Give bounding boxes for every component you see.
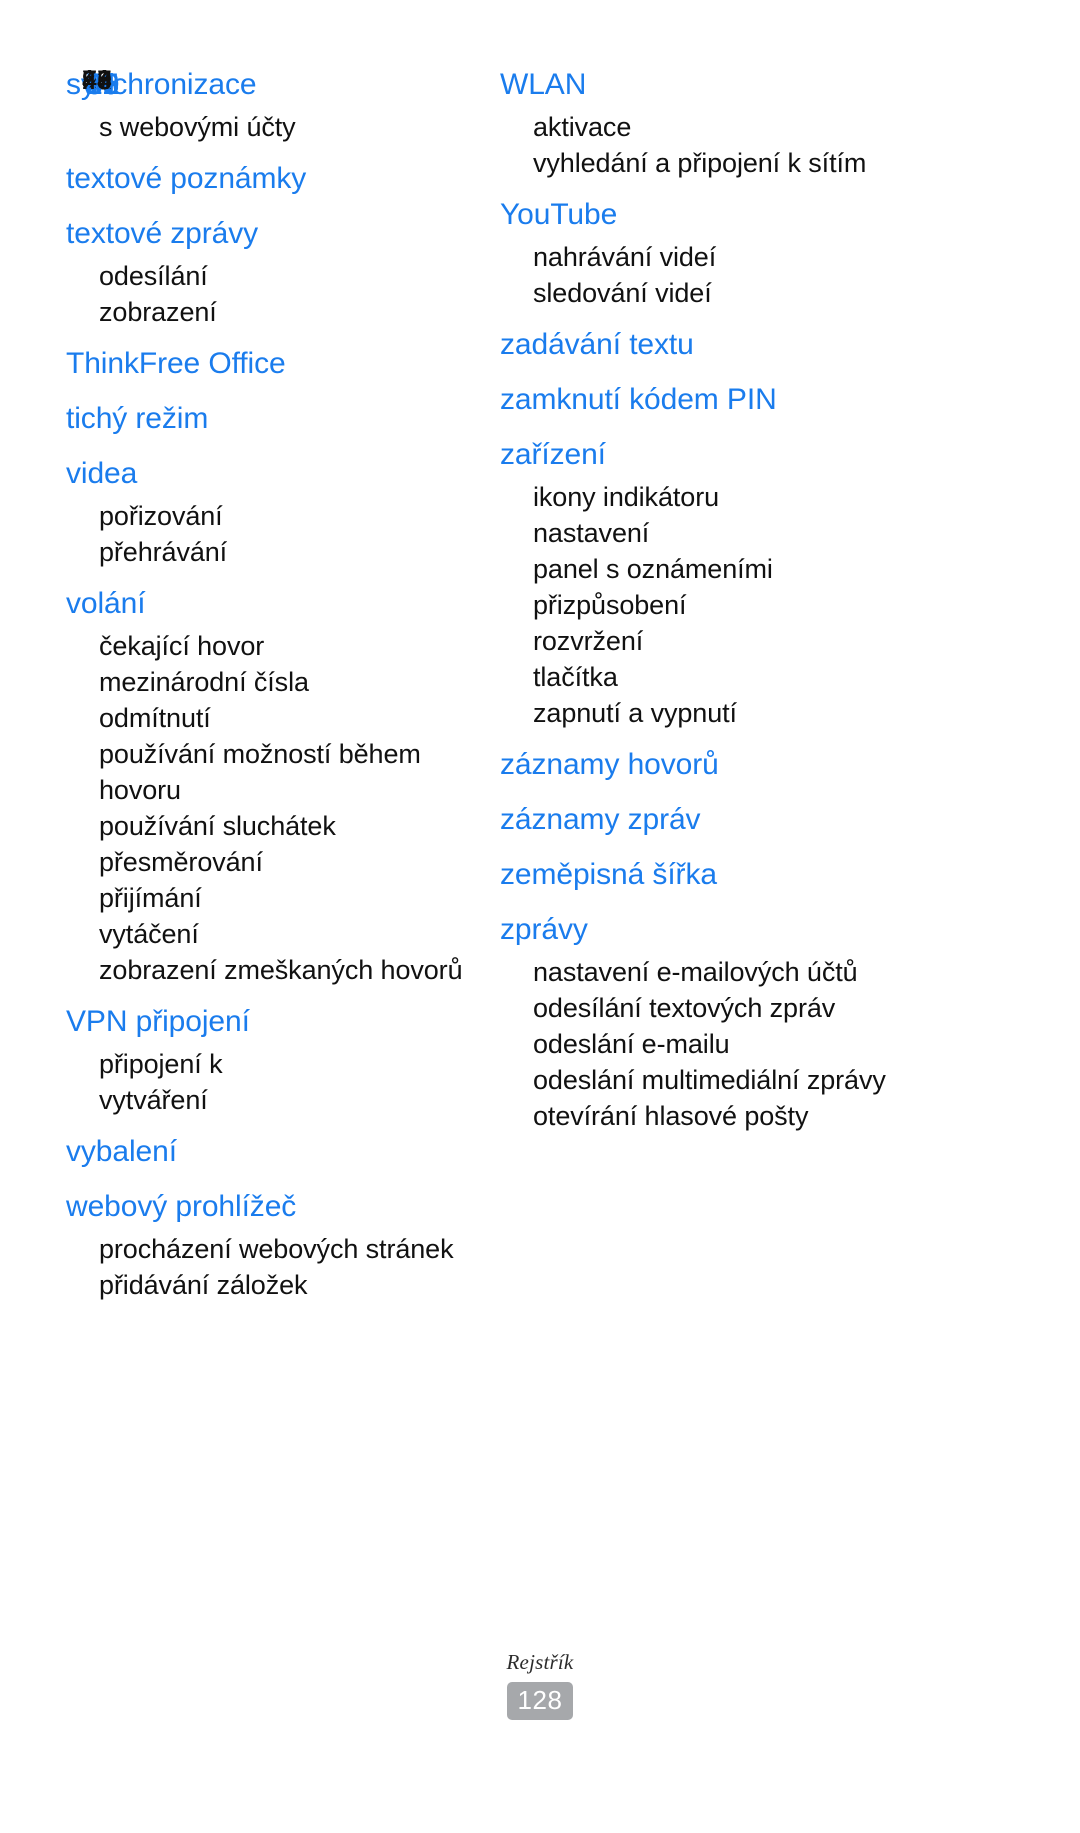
footer-section-label: Rejstřík (506, 1650, 574, 1674)
right-column: WLAN aktivace 84 vyhledání a připojení k sí… (82, 62, 910, 1134)
index-columns: synchronizace s webovými účty 38 textové po… (66, 62, 1014, 1303)
index-sub-entry-list: nastavení e-mailových účtů 46 odesílání te… (82, 65, 910, 1134)
index-entry-sub: otevírání hlasové pošty 44 (82, 65, 910, 1134)
page-footer: Rejstřík 128 (0, 1650, 1080, 1720)
index-sub-entry-page-number: 44 (82, 65, 112, 95)
page-number-badge: 128 (507, 1682, 573, 1720)
index-page: synchronizace s webovými účty 38 textové po… (0, 0, 1080, 1771)
